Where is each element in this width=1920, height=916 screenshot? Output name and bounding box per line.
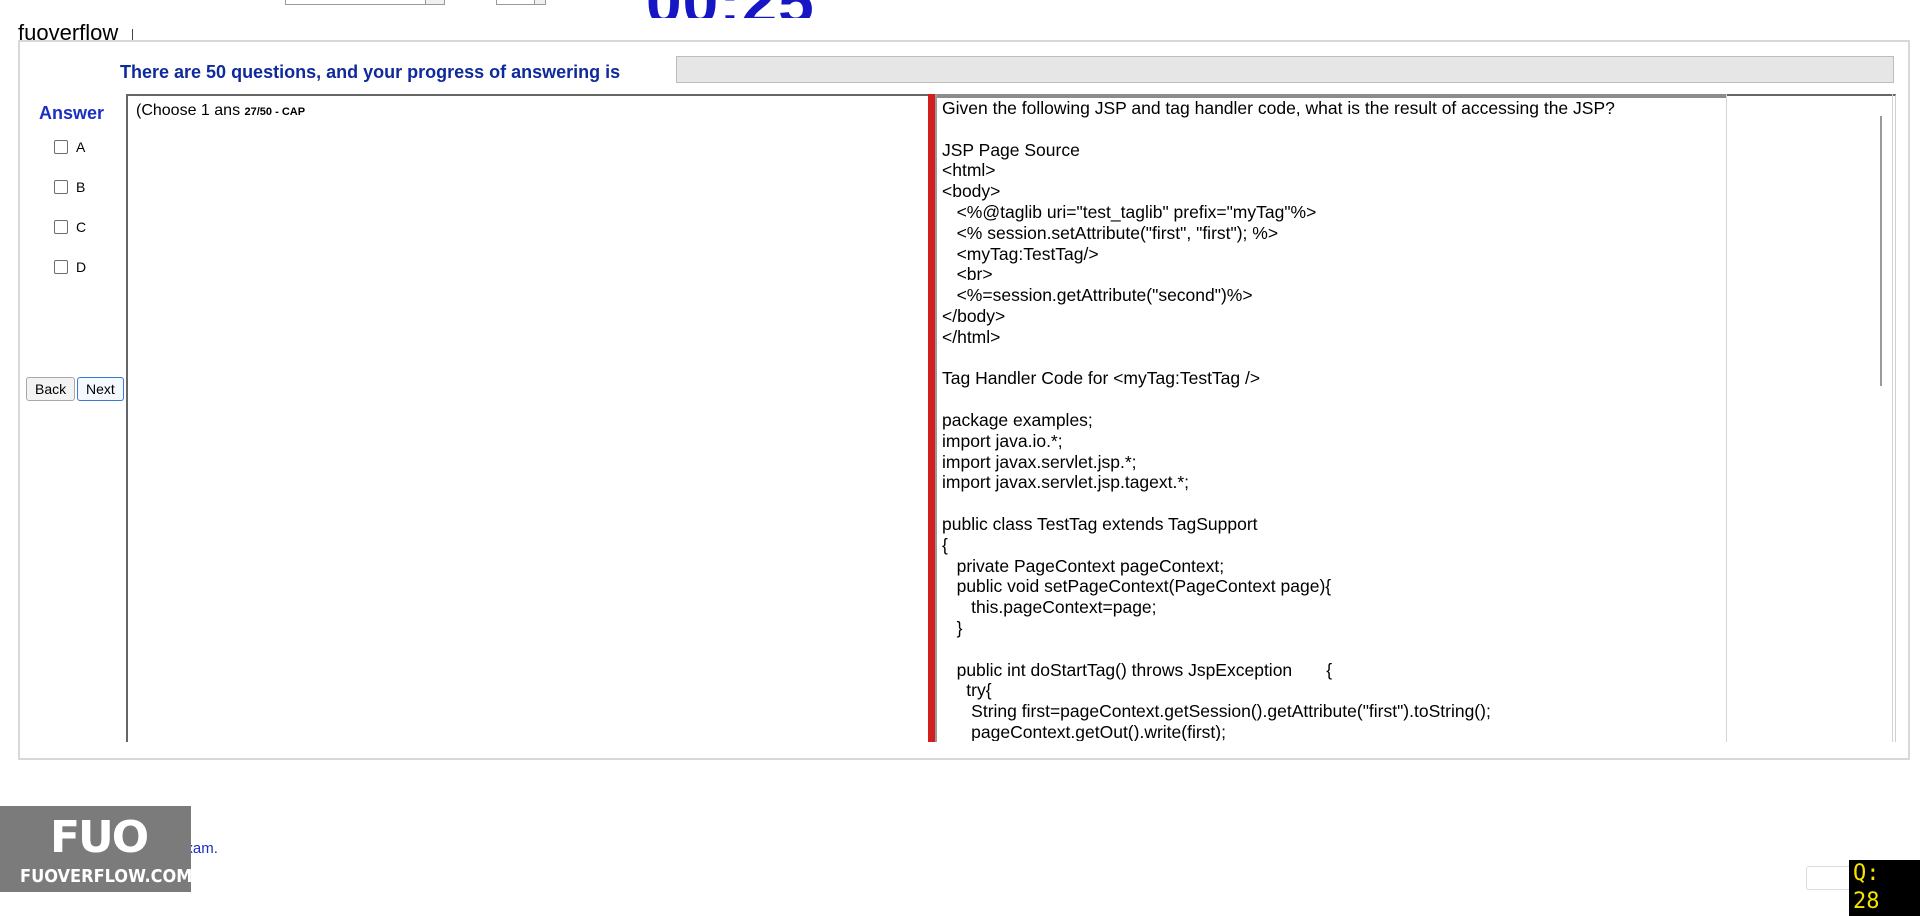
question-line: JSP Page Source <box>942 139 1080 160</box>
choose-instruction: (Choose 1 ans 27/50 - CAP <box>136 102 306 119</box>
option-a[interactable]: A <box>54 139 85 155</box>
option-checkbox[interactable] <box>54 180 68 194</box>
option-c[interactable]: C <box>54 219 86 235</box>
question-line <box>942 639 1722 660</box>
back-button[interactable]: Back <box>26 377 76 401</box>
question-line: </html> <box>942 326 1001 347</box>
logo-mark: FUO <box>50 812 149 863</box>
progress-bar <box>676 56 1894 83</box>
question-counter-small: 27/50 - CAP <box>244 106 306 118</box>
question-line: <%=session.getAttribute("second")%> <box>942 285 1253 306</box>
text-area-edge <box>1726 94 1727 742</box>
progress-label: There are 50 questions, and your progres… <box>120 62 621 82</box>
question-line <box>942 493 1722 514</box>
question-line: String first=pageContext.getSession().ge… <box>942 701 1491 722</box>
top-select[interactable] <box>285 0 445 5</box>
question-text: Given the following JSP and tag handler … <box>942 98 1722 741</box>
question-line: Tag Handler Code for <myTag:TestTag /> <box>942 368 1261 389</box>
question-line: </body> <box>942 305 1006 326</box>
question-line: import java.io.*; <box>942 430 1063 451</box>
option-label: D <box>76 259 87 275</box>
question-line: Given the following JSP and tag handler … <box>942 98 1615 118</box>
top-small-select[interactable] <box>496 0 546 5</box>
option-label: A <box>76 139 86 155</box>
select-arrow-icon[interactable] <box>534 0 545 4</box>
question-line: <%@taglib uri="test_taglib" prefix="myTa… <box>942 201 1317 222</box>
question-line <box>942 348 1722 369</box>
option-checkbox[interactable] <box>54 220 68 234</box>
question-line: import javax.servlet.jsp.tagext.*; <box>942 472 1190 493</box>
question-line: package examples; <box>942 409 1093 430</box>
question-line: <html> <box>942 160 996 181</box>
question-line: public int doStartTag() throws JspExcept… <box>942 659 1333 680</box>
divider-edge <box>935 94 937 742</box>
question-scrollbar[interactable] <box>1880 116 1882 386</box>
question-line: private PageContext pageContext; <box>942 555 1225 576</box>
question-line <box>942 389 1722 410</box>
panel-right-edge <box>1892 94 1893 742</box>
exam-timer: 00:25 <box>646 0 815 18</box>
option-b[interactable]: B <box>54 179 85 195</box>
option-d[interactable]: D <box>54 259 86 275</box>
logo-text: FUOVERFLOW.COM <box>20 866 193 887</box>
select-arrow-icon[interactable] <box>425 0 444 4</box>
fuoverflow-logo: FUO FUOVERFLOW.COM <box>0 806 193 892</box>
question-line: <% session.setAttribute("first", "first"… <box>942 222 1279 243</box>
option-label: B <box>76 179 86 195</box>
option-checkbox[interactable] <box>54 140 68 154</box>
question-line: <body> <box>942 181 1001 202</box>
question-line: try{ <box>942 680 992 701</box>
option-label: C <box>76 219 87 235</box>
question-line: public class TestTag extends TagSupport <box>942 513 1258 534</box>
question-counter: Q: 28 <box>1849 860 1920 916</box>
question-line: } <box>942 617 963 638</box>
question-line: import javax.servlet.jsp.*; <box>942 451 1137 472</box>
next-button[interactable]: Next <box>77 377 124 401</box>
question-line: { <box>942 534 948 555</box>
question-line: pageContext.getOut().write(first); <box>942 721 1226 741</box>
answer-title: Answer <box>39 103 105 123</box>
option-checkbox[interactable] <box>54 260 68 274</box>
question-line: this.pageContext=page; <box>942 597 1157 618</box>
question-line: <br> <box>942 264 993 285</box>
question-line: <myTag:TestTag/> <box>942 243 1099 264</box>
question-line <box>942 119 1722 140</box>
panel-divider[interactable] <box>928 94 935 742</box>
question-line: public void setPageContext(PageContext p… <box>942 576 1332 597</box>
